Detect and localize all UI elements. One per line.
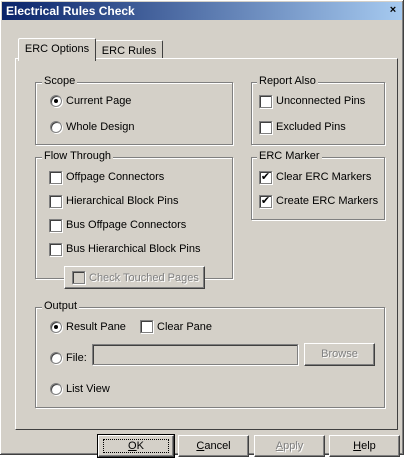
tab-label: ERC Options: [24, 43, 90, 55]
window-title: Electrical Rules Check: [6, 4, 135, 18]
create-erc-markers-checkbox[interactable]: ✔: [259, 195, 272, 208]
radio-dot: [54, 325, 58, 329]
cancel-button[interactable]: Cancel: [178, 435, 249, 457]
whole-design-radio[interactable]: [50, 121, 62, 133]
whole-design-label[interactable]: Whole Design: [66, 120, 134, 134]
clear-erc-markers-checkbox[interactable]: ✔: [259, 171, 272, 184]
help-button[interactable]: Help: [329, 435, 400, 457]
report-also-group: [251, 82, 385, 145]
offpage-connectors-checkbox[interactable]: [49, 171, 62, 184]
unconnected-pins-label[interactable]: Unconnected Pins: [276, 94, 365, 108]
ok-button[interactable]: OK: [97, 434, 175, 458]
scope-group: [35, 82, 233, 145]
browse-button[interactable]: Browse: [304, 343, 375, 366]
current-page-radio[interactable]: [50, 95, 62, 107]
report-also-legend: Report Also: [257, 75, 318, 88]
list-view-label[interactable]: List View: [66, 382, 110, 396]
check-touched-pages-label: Check Touched Pages: [89, 272, 199, 284]
flow-through-legend: Flow Through: [42, 150, 114, 163]
bus-offpage-connectors-label[interactable]: Bus Offpage Connectors: [66, 218, 186, 232]
help-mnemonic: H: [353, 440, 362, 452]
check-touched-pages-container: Check Touched Pages: [64, 266, 205, 289]
title-bar[interactable]: Electrical Rules Check ×: [2, 2, 402, 20]
help-rest: elp: [361, 440, 376, 452]
bus-offpage-connectors-checkbox[interactable]: [49, 219, 62, 232]
result-pane-radio[interactable]: [50, 321, 62, 333]
browse-label: Browse: [321, 348, 358, 360]
hierarchical-block-pins-label[interactable]: Hierarchical Block Pins: [66, 194, 178, 208]
focus-rect: [103, 439, 169, 453]
radio-dot: [54, 99, 58, 103]
list-view-radio[interactable]: [50, 383, 62, 395]
clear-pane-label[interactable]: Clear Pane: [157, 320, 212, 334]
file-path-input[interactable]: [92, 344, 298, 365]
apply-mnemonic: A: [275, 440, 284, 452]
apply-button[interactable]: Apply: [254, 435, 325, 457]
cancel-rest: ancel: [204, 440, 231, 452]
excluded-pins-label[interactable]: Excluded Pins: [276, 120, 346, 134]
offpage-connectors-label[interactable]: Offpage Connectors: [66, 170, 164, 184]
hierarchical-block-pins-checkbox[interactable]: [49, 195, 62, 208]
unconnected-pins-checkbox[interactable]: [259, 95, 272, 108]
apply-rest: pply: [283, 440, 304, 452]
bus-hierarchical-block-pins-checkbox[interactable]: [49, 243, 62, 256]
clear-pane-checkbox[interactable]: [140, 320, 153, 333]
erc-marker-legend: ERC Marker: [257, 150, 322, 163]
check-touched-pages-checkbox[interactable]: [72, 271, 85, 284]
current-page-label[interactable]: Current Page: [66, 94, 131, 108]
create-erc-markers-label[interactable]: Create ERC Markers: [276, 194, 378, 208]
clear-erc-markers-label[interactable]: Clear ERC Markers: [276, 170, 371, 184]
erc-dialog: Electrical Rules Check × ERC Options ERC…: [0, 0, 404, 458]
close-icon[interactable]: ×: [386, 4, 400, 17]
file-label[interactable]: File:: [66, 351, 87, 365]
tab-label: ERC Rules: [101, 45, 157, 57]
excluded-pins-checkbox[interactable]: [259, 121, 272, 134]
erc-marker-group: [251, 157, 385, 220]
checkmark-icon: ✔: [260, 195, 271, 207]
tab-erc-options[interactable]: ERC Options: [18, 38, 96, 61]
file-radio[interactable]: [50, 352, 62, 364]
checkmark-icon: ✔: [260, 171, 271, 183]
output-legend: Output: [42, 300, 80, 313]
result-pane-label[interactable]: Result Pane: [66, 320, 126, 334]
bus-hierarchical-block-pins-label[interactable]: Bus Hierarchical Block Pins: [66, 242, 201, 256]
scope-legend: Scope: [42, 75, 78, 88]
